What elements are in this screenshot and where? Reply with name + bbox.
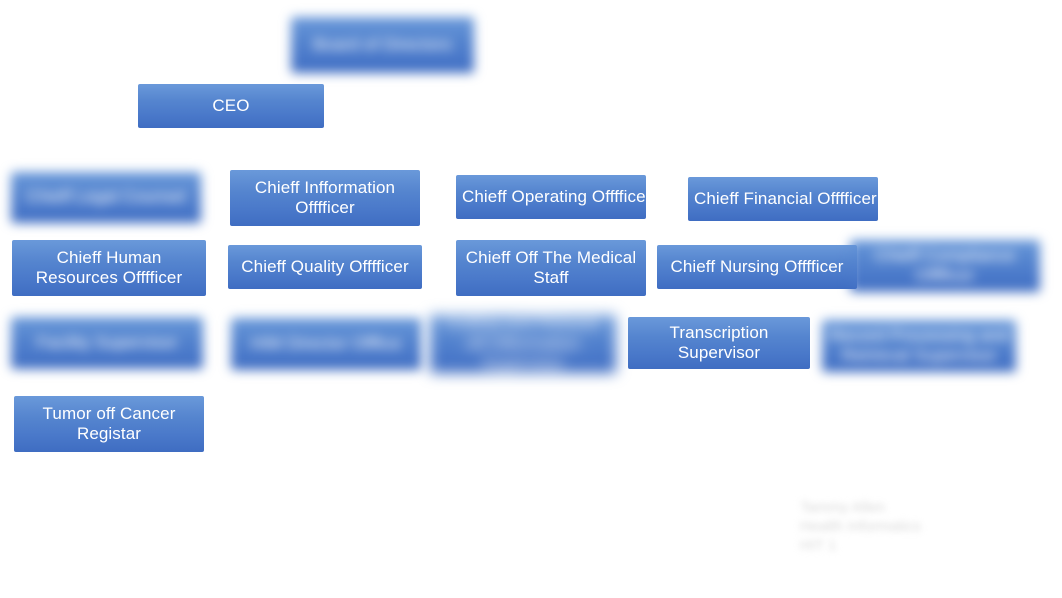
- org-node-label: Chieff Financial Offfficer: [694, 188, 877, 208]
- org-node-transcription-supervisor[interactable]: Transcription Supervisor: [628, 317, 810, 369]
- org-node-label: Record Processing and Retrieval Supervis…: [829, 325, 1009, 366]
- org-node-chief-legal-counsel[interactable]: Chieff Legal Counsel: [11, 172, 201, 223]
- org-chart-canvas: Board of Directors CEO Chieff Legal Counse…: [0, 0, 1062, 598]
- org-node-chief-operating-officer[interactable]: Chieff Operating Offfficer: [456, 175, 652, 219]
- org-node-label: Tumor off Cancer Registar: [42, 403, 176, 444]
- org-node-chief-of-medical-staff[interactable]: Chieff Off The Medical Staff: [456, 240, 646, 296]
- org-node-record-processing-supervisor[interactable]: Record Processing and Retrieval Supervis…: [822, 320, 1016, 372]
- org-node-coding-release-supervisor[interactable]: Coding and Release off Infformation Supe…: [430, 313, 616, 374]
- org-node-label: Chieff Quality Offfficer: [241, 256, 409, 276]
- org-node-tumor-cancer-registrar[interactable]: Tumor off Cancer Registar: [14, 396, 204, 452]
- org-node-label: Chieff Operating Offfficer: [462, 186, 652, 206]
- org-node-chief-nursing-officer[interactable]: Chieff Nursing Offfficer: [657, 245, 857, 289]
- org-node-chief-quality-officer[interactable]: Chieff Quality Offfficer: [228, 245, 422, 289]
- org-node-chief-financial-officer[interactable]: Chieff Financial Offfficer: [688, 177, 878, 221]
- org-node-label: Chieff Compliance Offfficer: [874, 245, 1016, 286]
- org-node-chief-information-officer[interactable]: Chieff Infformation Offfficer: [230, 170, 420, 226]
- org-node-label: Transcription Supervisor: [669, 322, 769, 363]
- org-node-chief-human-resources-officer[interactable]: Chieff Human Resources Offfficer: [12, 240, 206, 296]
- credits-text-block: Tammy Allen Health Informatics HIT 1: [800, 499, 921, 554]
- org-node-label: Chieff Infformation Offfficer: [254, 177, 396, 218]
- org-node-label: Chieff Off The Medical Staff: [465, 247, 637, 288]
- org-node-label: Chieff Human Resources Offfficer: [35, 247, 183, 288]
- org-node-board-of-directors[interactable]: Board of Directors: [291, 17, 474, 73]
- org-node-label: Chieff Nursing Offfficer: [670, 256, 844, 276]
- org-node-label: Coding and Release off Infformation Supe…: [445, 313, 601, 374]
- org-node-label: CEO: [212, 95, 250, 115]
- org-node-ceo[interactable]: CEO: [138, 84, 324, 128]
- org-node-facility-supervisor[interactable]: Facility Supervisor: [11, 317, 203, 369]
- org-node-label: HIM Director Offfice: [250, 333, 402, 353]
- org-node-label: Facility Supervisor: [36, 332, 178, 352]
- org-node-label: Chieff Legal Counsel: [26, 187, 186, 207]
- org-node-hiim-director[interactable]: HIM Director Offfice: [231, 318, 421, 370]
- org-node-chief-compliance-officer[interactable]: Chieff Compliance Offfficer: [850, 240, 1040, 292]
- org-node-label: Board of Directors: [313, 34, 452, 54]
